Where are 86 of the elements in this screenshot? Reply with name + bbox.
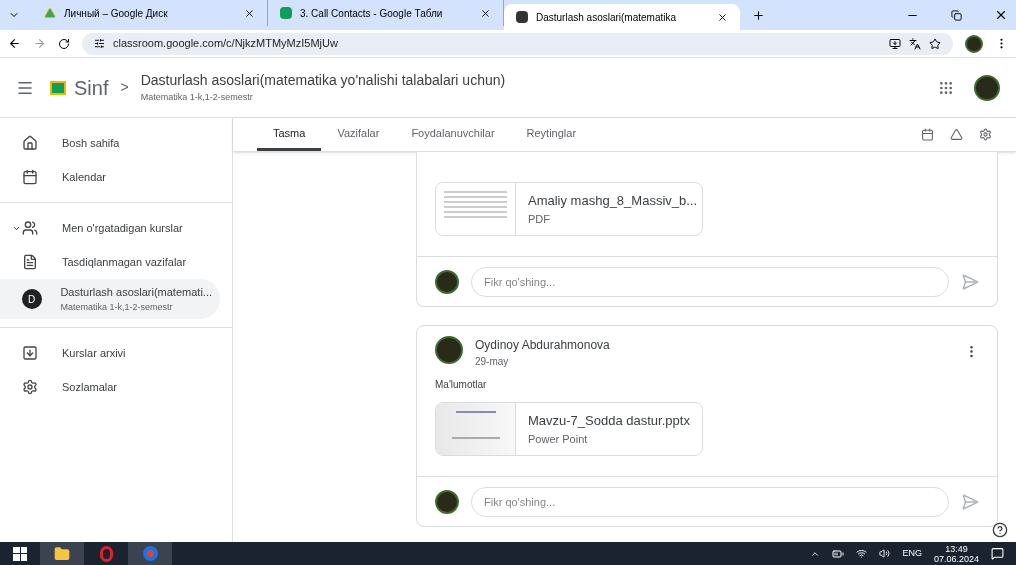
sidebar-item[interactable]: Sozlamalar [0,370,220,404]
attachment-card[interactable]: Amaliy mashg_8_Massiv_b... PDF [435,182,703,236]
avatar-icon [435,269,459,294]
close-icon[interactable] [717,11,728,23]
address-bar[interactable]: classroom.google.com/c/NjkzMTMyMzI5MjUw [82,32,953,55]
avatar-icon [435,489,459,514]
tab-title: Личный – Google Диск [64,6,169,21]
sidebar-item[interactable]: Tasdiqlanmagan vazifalar [0,245,220,279]
windows-logo-icon [13,546,27,561]
archive-icon [22,345,38,361]
file-type: Power Point [528,431,589,447]
opera-logo-icon [99,545,113,562]
sidebar-label: Kurslar arxivi [62,345,126,361]
file-type: PDF [528,211,551,227]
home-icon [22,135,38,151]
file-name: Mavzu-7_Sodda dastur.pptx [528,412,690,430]
nav-tab[interactable]: Vazifalar [321,118,396,151]
course-title: Dasturlash asoslari(matematika yo'nalishi talabalari uchun) [140,71,506,91]
clock-time: 13:49 [945,543,968,554]
forward-icon[interactable] [33,37,46,50]
chrome-logo-icon [142,546,158,561]
calendar-icon [22,169,38,185]
classroom-logo-icon [50,80,66,95]
people-icon [22,220,38,236]
reload-icon[interactable] [58,37,70,50]
folder-icon [54,545,70,562]
browser-tab[interactable]: Dasturlash asoslari(matematika [504,4,740,30]
breadcrumb-separator: > [120,78,129,97]
taskbar-explorer[interactable] [40,542,84,565]
language-indicator[interactable]: ENG [902,546,922,561]
nav-tab[interactable]: Tasma [257,118,322,151]
site-settings-icon[interactable] [94,38,105,49]
back-icon[interactable] [8,37,21,50]
settings-icon [22,379,38,395]
course-initial-avatar: D [21,289,42,309]
network-icon[interactable] [856,548,868,559]
translate-icon[interactable] [909,37,921,50]
sidebar-label: Men o'rgatadigan kurslar [62,220,183,236]
browser-tab[interactable]: Личный – Google Диск [32,0,268,26]
apps-icon[interactable] [938,79,954,96]
sidebar-label: Dasturlash asoslari(matemati... [60,285,212,300]
comment-field[interactable]: Fikr qo'shing... [471,486,949,517]
file-name: Amaliy mashg_8_Massiv_b... [528,192,698,210]
sidebar-item[interactable]: D Dasturlash asoslari(matemati... Matematika 1-k,1-2-semestr [0,279,220,319]
help-icon[interactable] [992,522,1008,538]
battery-icon[interactable] [832,547,845,560]
drive-icon[interactable] [950,128,963,141]
sidebar-label: Bosh sahifa [62,135,120,151]
author-name: Oydinoy Abdurahmonova [475,337,611,354]
close-icon[interactable] [994,8,1008,22]
sidebar-sublabel: Matematika 1-k,1-2-semestr [60,300,174,314]
sidebar-label: Sozlamalar [62,379,118,395]
volume-icon[interactable] [879,548,891,559]
sidebar-item[interactable]: Bosh sahifa [0,126,220,160]
sidebar-label: Kalendar [62,169,107,185]
sidebar-item[interactable]: Kalendar [0,160,220,194]
sidebar-label: Tasdiqlanmagan vazifalar [62,254,187,270]
post-text: Ma'lumotlar [434,378,488,392]
sidebar-item[interactable]: Kurslar arxivi [0,336,220,370]
close-icon[interactable] [244,7,255,19]
settings-icon[interactable] [979,128,992,141]
tab-title: 3. Call Contacts - Google Табли [300,6,444,21]
nav-tab[interactable]: Foydalanuvchilar [395,118,511,151]
avatar-icon [435,336,463,364]
bookmark-icon[interactable] [929,37,941,50]
close-icon[interactable] [480,7,491,19]
post-date: 29-may [475,355,510,369]
notifications-icon[interactable] [991,547,1004,560]
clock-date: 07.06.2024 [933,553,979,564]
restore-icon[interactable] [951,10,962,21]
browser-tab[interactable]: 3. Call Contacts - Google Табли [268,0,504,26]
calendar-icon[interactable] [921,128,934,141]
url-text: classroom.google.com/c/NjkzMTMyMzI5MjUw [113,36,339,52]
new-tab-icon[interactable] [752,9,765,22]
avatar-icon [974,74,1000,101]
tab-title: Dasturlash asoslari(matematika [536,10,678,25]
install-icon[interactable] [889,37,901,50]
avatar-icon [965,34,983,53]
drive-icon [44,7,56,19]
nav-tab[interactable]: Reytinglar [510,118,593,151]
app-name[interactable]: Sinf [74,72,109,103]
attachment-card[interactable]: Mavzu-7_Sodda dastur.pptx Power Point [435,402,703,456]
comment-field[interactable]: Fikr qo'shing... [471,266,949,297]
course-subtitle: Matematika 1-k,1-2-semestr [140,91,254,105]
list-icon [22,254,38,270]
sidebar-item[interactable]: Men o'rgatadigan kurslar [0,211,220,245]
